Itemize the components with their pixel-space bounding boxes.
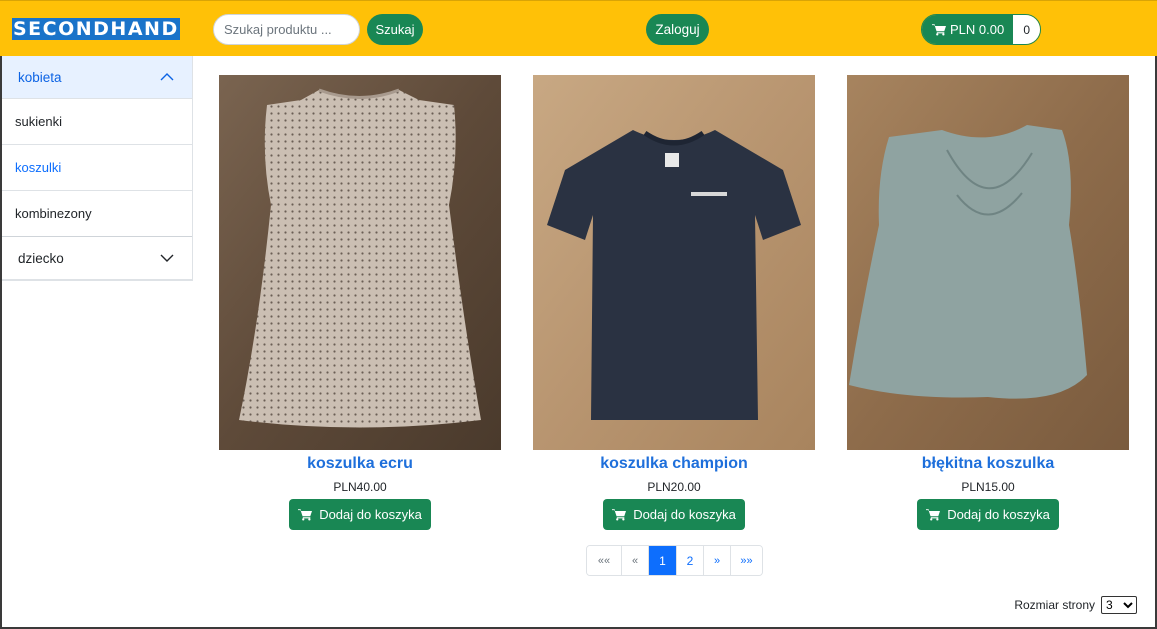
sidebar-item-koszulki[interactable]: koszulki: [2, 145, 192, 191]
add-to-cart-button[interactable]: Dodaj do koszyka: [289, 499, 431, 530]
cart-icon: [926, 509, 941, 521]
cart-icon: [932, 24, 946, 36]
sidebar-item-kombinezony[interactable]: kombinezony: [2, 191, 192, 237]
pagination-next-button[interactable]: »: [703, 546, 730, 575]
product-card: błękitna koszulka PLN15.00 Dodaj do kosz…: [847, 75, 1129, 530]
category-label: dziecko: [18, 250, 64, 266]
cart-total-label: PLN 0.00: [950, 22, 1005, 37]
product-card: koszulka champion PLN20.00 Dodaj do kosz…: [533, 75, 815, 530]
site-logo[interactable]: SECONDHAND: [12, 18, 180, 40]
sidebar-item-sukienki[interactable]: sukienki: [2, 99, 192, 145]
product-card: koszulka ecru PLN40.00 Dodaj do koszyka: [219, 75, 501, 530]
add-to-cart-label: Dodaj do koszyka: [947, 507, 1050, 522]
category-sidebar: kobieta sukienki koszulki kombinezony dz…: [2, 56, 193, 281]
add-to-cart-button[interactable]: Dodaj do koszyka: [603, 499, 745, 530]
search-input[interactable]: [213, 14, 360, 45]
product-name[interactable]: koszulka champion: [533, 453, 815, 475]
top-navbar: SECONDHAND Szukaj Zaloguj PLN 0.00 0: [0, 0, 1157, 56]
category-kobieta-toggle[interactable]: kobieta: [2, 56, 192, 99]
product-name[interactable]: błękitna koszulka: [847, 453, 1129, 475]
cart-icon: [298, 509, 313, 521]
chevron-up-icon: [160, 73, 174, 81]
pagination-page-1[interactable]: 1: [648, 546, 676, 575]
product-image[interactable]: [219, 75, 501, 450]
category-dziecko-toggle[interactable]: dziecko: [2, 237, 192, 280]
cart-button[interactable]: PLN 0.00 0: [921, 14, 1042, 45]
pagination-page-2[interactable]: 2: [676, 546, 703, 575]
product-name[interactable]: koszulka ecru: [219, 453, 501, 475]
product-price: PLN15.00: [961, 480, 1015, 494]
chevron-down-icon: [160, 254, 174, 262]
pagination-last-button[interactable]: »»: [730, 546, 762, 575]
pagination: «« « 1 2 » »»: [586, 545, 763, 576]
page-size-label: Rozmiar strony: [1014, 598, 1095, 612]
page-size-control: Rozmiar strony 3: [1014, 596, 1137, 614]
pagination-prev-button[interactable]: «: [621, 546, 648, 575]
login-button[interactable]: Zaloguj: [646, 14, 709, 45]
cart-total-section[interactable]: PLN 0.00: [922, 15, 1014, 44]
cart-count-badge: 0: [1013, 15, 1041, 44]
pagination-first-button[interactable]: ««: [587, 546, 621, 575]
add-to-cart-label: Dodaj do koszyka: [319, 507, 422, 522]
product-price: PLN20.00: [647, 480, 701, 494]
cart-icon: [612, 509, 627, 521]
page-size-select[interactable]: 3: [1101, 596, 1137, 614]
add-to-cart-label: Dodaj do koszyka: [633, 507, 736, 522]
category-label: kobieta: [18, 69, 62, 85]
product-image[interactable]: [847, 75, 1129, 450]
product-price: PLN40.00: [333, 480, 387, 494]
search-button[interactable]: Szukaj: [367, 14, 423, 45]
add-to-cart-button[interactable]: Dodaj do koszyka: [917, 499, 1059, 530]
product-image[interactable]: [533, 75, 815, 450]
